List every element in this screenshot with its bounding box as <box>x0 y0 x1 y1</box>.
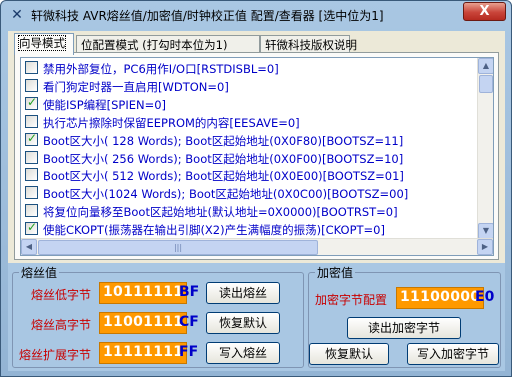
horizontal-scrollbar[interactable]: ◀ ||| ▶ <box>21 238 493 255</box>
fuse-high-label: 熔丝高字节 <box>31 318 92 332</box>
window-title: 轩微科技 AVR熔丝值/加密值/时钟校正值 配置/查看器 [选中位为1] <box>31 9 384 23</box>
fuse-option-list[interactable]: 禁用外部复位，PC6用作I/O口[RSTDISBL=0] 看门狗定时器一直启用[W… <box>20 57 494 256</box>
fuse-option-label: Boot区大小(1024 Words); Boot区起始地址(0X0C00)[B… <box>43 187 409 202</box>
write-lock-byte-button[interactable]: 写入加密字节 <box>407 343 499 365</box>
fuse-low-bits[interactable]: 10111111 <box>99 282 188 304</box>
list-item[interactable]: ✓ 使能CKOPT(振荡器在输出引脚(X2)产生满幅度的振荡)[CKOPT=0] <box>21 220 479 238</box>
title-bar[interactable]: ✕ 轩微科技 AVR熔丝值/加密值/时钟校正值 配置/查看器 [选中位为1] X <box>1 1 511 29</box>
list-item[interactable]: 禁用外部复位，PC6用作I/O口[RSTDISBL=0] <box>21 59 479 77</box>
fuse-option-checkbox[interactable]: ✓ <box>25 220 38 236</box>
fuse-option-checkbox[interactable] <box>25 150 38 164</box>
vertical-scrollbar[interactable]: ▲ ▼ <box>477 58 493 239</box>
restore-fuse-default-button[interactable]: 恢复默认 <box>206 312 280 334</box>
fuse-value-group: 熔丝值 熔丝低字节 10111111 BF 读出熔丝 熔丝高字节 1100111… <box>12 264 304 368</box>
read-fuse-button[interactable]: 读出熔丝 <box>206 282 280 304</box>
fuse-low-hex: BF <box>179 284 200 300</box>
tab-wizard-label: 向导模式 <box>18 35 66 51</box>
fuse-ext-hex: FF <box>179 344 199 360</box>
scroll-left-icon[interactable]: ◀ <box>21 239 37 255</box>
close-button[interactable]: X <box>463 2 506 21</box>
fuse-option-label: 使能CKOPT(振荡器在输出引脚(X2)产生满幅度的振荡)[CKOPT=0] <box>43 223 385 238</box>
checkmark-icon: ✓ <box>27 220 38 235</box>
vertical-scroll-thumb[interactable] <box>479 75 493 93</box>
lock-byte-hex: E0 <box>475 289 495 305</box>
fuse-option-label: Boot区大小( 512 Words); Boot区起始地址(0X0E00)[B… <box>43 169 404 184</box>
fuse-option-label: 看门狗定时器一直启用[WDTON=0] <box>43 79 229 94</box>
app-window: ✕ 轩微科技 AVR熔丝值/加密值/时钟校正值 配置/查看器 [选中位为1] X… <box>0 0 512 377</box>
lock-group-title: 加密值 <box>315 264 356 281</box>
fuse-high-hex: CF <box>179 314 199 330</box>
read-lock-byte-button[interactable]: 读出加密字节 <box>347 317 461 339</box>
list-item[interactable]: 将复位向量移至Boot区起始地址(默认地址=0X0000)[BOOTRST=0] <box>21 202 479 220</box>
fuse-high-bits[interactable]: 11001111 <box>99 312 188 334</box>
fuse-option-checkbox[interactable] <box>25 78 38 92</box>
fuse-option-checkbox[interactable] <box>25 168 38 182</box>
fuse-low-label: 熔丝低字节 <box>31 288 92 302</box>
fuse-option-label: Boot区大小( 256 Words); Boot区起始地址(0X0F00)[B… <box>43 151 404 166</box>
fuse-option-checkbox[interactable]: ✓ <box>25 130 38 146</box>
fuse-option-label: 将复位向量移至Boot区起始地址(默认地址=0X0000)[BOOTRST=0] <box>43 205 398 220</box>
list-item[interactable]: Boot区大小( 512 Words); Boot区起始地址(0X0E00)[B… <box>21 166 479 184</box>
lock-value-group: 加密值 加密字节配置 11100000 E0 读出加密字节 恢复默认 写入加密字… <box>308 264 501 368</box>
lock-byte-label: 加密字节配置 <box>315 293 388 307</box>
fuse-option-checkbox[interactable]: ✓ <box>25 94 38 110</box>
scroll-down-icon[interactable]: ▼ <box>478 223 493 239</box>
list-item[interactable]: ✓ 使能ISP编程[SPIEN=0] <box>21 95 479 113</box>
list-item[interactable]: ✓ Boot区大小( 128 Words); Boot区起始地址(0X0F80)[… <box>21 131 479 149</box>
list-item[interactable]: Boot区大小( 256 Words); Boot区起始地址(0X0F00)[B… <box>21 149 479 167</box>
fuse-ext-bits[interactable]: 11111111 <box>99 342 188 364</box>
fuse-option-checkbox[interactable] <box>25 186 38 200</box>
fuse-ext-label: 熔丝扩展字节 <box>19 348 92 362</box>
write-fuse-button[interactable]: 写入熔丝 <box>206 342 280 364</box>
horizontal-scroll-thumb[interactable]: ||| <box>38 240 318 255</box>
fuse-option-label: Boot区大小( 128 Words); Boot区起始地址(0X0F80)[B… <box>43 133 404 148</box>
list-item[interactable]: Boot区大小(1024 Words); Boot区起始地址(0X0C00)[B… <box>21 184 479 202</box>
list-item[interactable]: 看门狗定时器一直启用[WDTON=0] <box>21 77 479 95</box>
list-item[interactable]: 执行芯片擦除时保留EEPROM的内容[EESAVE=0] <box>21 113 479 131</box>
checkmark-icon: ✓ <box>27 130 38 145</box>
scroll-right-icon[interactable]: ▶ <box>477 239 493 255</box>
fuse-option-label: 禁用外部复位，PC6用作I/O口[RSTDISBL=0] <box>43 62 279 76</box>
scroll-up-icon[interactable]: ▲ <box>478 58 493 74</box>
fuse-option-checkbox[interactable] <box>25 114 38 128</box>
tab-wizard-mode[interactable]: 向导模式 <box>14 33 74 55</box>
tools-icon: ✕ <box>11 7 23 23</box>
checkmark-icon: ✓ <box>27 94 38 109</box>
restore-lock-default-button[interactable]: 恢复默认 <box>309 343 389 365</box>
fuse-option-checkbox[interactable] <box>25 204 38 218</box>
lock-byte-bits[interactable]: 11100000 <box>396 287 485 309</box>
wizard-panel: 禁用外部复位，PC6用作I/O口[RSTDISBL=0] 看门狗定时器一直启用[W… <box>14 52 499 260</box>
fuse-option-checkbox[interactable] <box>25 61 38 74</box>
bottom-section: 熔丝值 熔丝低字节 10111111 BF 读出熔丝 熔丝高字节 1100111… <box>8 263 505 371</box>
fuse-option-label: 执行芯片擦除时保留EEPROM的内容[EESAVE=0] <box>43 115 300 130</box>
fuse-option-label: 使能ISP编程[SPIEN=0] <box>43 97 167 112</box>
fuse-group-title: 熔丝值 <box>19 264 60 281</box>
